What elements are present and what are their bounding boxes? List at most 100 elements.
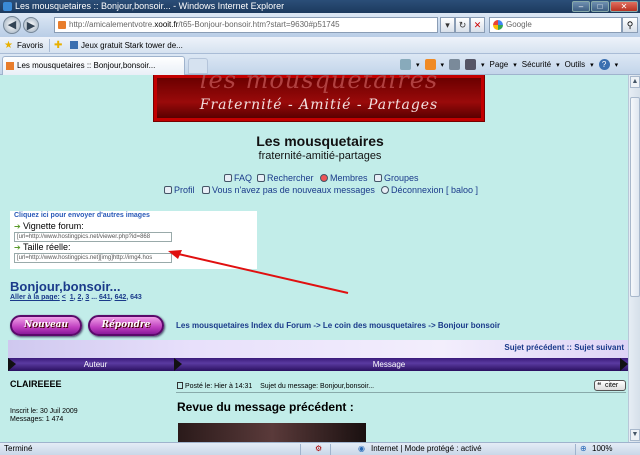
vertical-scrollbar[interactable]: ▲ ▼ [628,75,640,442]
nav-search[interactable]: Rechercher [257,173,314,183]
breadcrumb[interactable]: Les mousquetaires Index du Forum -> Le c… [176,321,500,330]
quote-button[interactable]: ❝ citer [594,380,626,391]
window-title: Les mousquetaires :: Bonjour,bonsoir... … [15,1,285,11]
nav-groups[interactable]: Groupes [374,173,419,183]
nav-members[interactable]: Membres [320,173,368,183]
author-joined: Inscrit le: 30 Juil 2009 [10,408,78,415]
stop-button[interactable]: ✕ [470,17,485,33]
forward-button[interactable]: ▶ [23,17,39,33]
upload-link[interactable]: Cliquez ici pour envoyer d'autres images [14,212,150,219]
url-rest: /t65-Bonjour-bonsoir.htm?start=9630#p517… [178,20,340,29]
scroll-down-icon[interactable]: ▼ [630,429,640,441]
status-bar: Terminé ⚙ ◉ Internet | Mode protégé : ac… [0,442,640,455]
help-button[interactable]: ? [598,59,610,70]
topic-nav-links: Sujet précédent :: Sujet suivant [504,343,624,352]
page-menu[interactable]: Page [490,60,509,69]
previous-topic-link[interactable]: Sujet précédent [504,343,564,352]
globe-icon: ◉ [358,444,365,453]
corner-icon [620,358,628,371]
back-icon: ◀ [7,19,17,31]
home-icon[interactable] [400,59,411,70]
page-icon [70,41,78,49]
pager-page[interactable]: 2 [78,294,82,301]
pager-page[interactable]: 641 [99,294,111,301]
url-prefix: http://amicalementvotre. [69,20,155,29]
nav-faq[interactable]: FAQ [224,173,252,183]
topic-title[interactable]: Bonjour,bonsoir... [10,279,121,294]
post-icon [177,382,183,389]
new-topic-button[interactable]: Nouveau [10,315,82,336]
status-text: Terminé [4,444,33,453]
scroll-up-icon[interactable]: ▲ [630,76,640,88]
search-button[interactable]: ⚲ [622,17,638,33]
minimize-button[interactable]: – [572,1,590,12]
tab-active[interactable]: Les mousquetaires :: Bonjour,bonsoir... [2,56,185,75]
forward-icon: ▶ [26,20,36,32]
corner-icon [174,358,182,371]
ie-icon [3,2,12,11]
favorites-button[interactable]: Favoris [17,37,43,54]
post-author[interactable]: CLAIREEEE [10,379,62,389]
pager-current: 643 [130,294,142,301]
nav-profile[interactable]: Profil [164,185,195,195]
post-date: Posté le: Hier à 14:31 [185,383,253,390]
back-button[interactable]: ◀ [3,16,21,34]
new-tab-button[interactable] [188,58,208,74]
page-icon [58,21,66,29]
faq-icon [224,174,232,182]
add-favorite-icon[interactable]: ✚ [54,37,62,54]
window-controls: – □ ✕ [572,1,638,12]
pager-page[interactable]: 1 [70,294,74,301]
pager-prev[interactable]: < [62,294,66,301]
close-button[interactable]: ✕ [610,1,638,12]
profile-icon [164,186,172,194]
scroll-thumb[interactable] [630,97,640,297]
print-icon[interactable] [465,59,477,70]
address-bar[interactable]: http://amicalementvotre.xooit.fr/t65-Bon… [54,17,438,33]
favorites-bar: ★ Favoris ✚ Jeux gratuit Stark tower de.… [0,37,640,54]
page-content: les mousquetaires Fraternité - Amitié - … [0,75,628,442]
zoom-level[interactable]: 100% [592,443,612,455]
addon-icon[interactable]: ⚙ [315,443,322,455]
pager-label: Aller à la page: [10,294,60,301]
logout-icon [381,186,389,194]
rss-icon[interactable] [424,59,436,70]
next-topic-link[interactable]: Sujet suivant [574,343,624,352]
window-titlebar: Les mousquetaires :: Bonjour,bonsoir... … [0,0,640,13]
post-subject: Sujet du message: Bonjour,bonsoir... [260,383,375,390]
thumb-label: ➔ Vignette forum: [14,221,84,231]
zone-status[interactable]: Internet | Mode protégé : activé [371,443,482,455]
security-menu[interactable]: Sécurité [522,60,551,69]
pager-ellipsis: ... [91,294,98,301]
favorite-link[interactable]: Jeux gratuit Stark tower de... [81,37,183,54]
maximize-button[interactable]: □ [591,1,609,12]
stop-icon: ✕ [473,20,482,30]
post-info: Posté le: Hier à 14:31 Sujet du message:… [177,382,374,390]
groups-icon [374,174,382,182]
full-size-field[interactable]: [url=http://www.hostingpics.net][img]htt… [14,253,172,263]
review-title: Revue du message précédent : [177,400,354,414]
mail-icon[interactable] [449,59,461,70]
compat-button[interactable]: ▾ [440,17,455,33]
thumb-field[interactable]: [url=http://www.hostingpics.net/viewer.p… [14,232,172,242]
search-input[interactable]: Google [489,17,622,33]
author-message-count: Messages: 1 474 [10,416,64,423]
nav-logout[interactable]: Déconnexion [ baloo ] [381,185,478,195]
banner-title: les mousquetaires [199,75,439,94]
pager-page[interactable]: 3 [85,294,89,301]
divider [176,392,626,393]
address-toolbar: ◀ ▶ http://amicalementvotre.xooit.fr/t65… [0,13,640,37]
nav-messages[interactable]: Vous n'avez pas de nouveaux messages [202,185,375,195]
reply-button[interactable]: Répondre [88,315,164,336]
message-column-header: Message [372,360,406,369]
pager-page[interactable]: 642 [115,294,127,301]
refresh-button[interactable]: ↻ [455,17,470,33]
quote-icon: ❝ [597,381,602,390]
search-placeholder: Google [506,20,532,29]
post-image [178,423,366,442]
tab-label: Les mousquetaires :: Bonjour,bonsoir... [17,61,156,70]
site-description: fraternité-amitié-partages [258,150,382,162]
author-column-header: Auteur [83,360,108,369]
command-bar: ▾ ▾ ▾ Page ▾ Sécurité ▾ Outils ▾ ? ▾ [400,54,618,75]
tools-menu[interactable]: Outils [565,60,585,69]
